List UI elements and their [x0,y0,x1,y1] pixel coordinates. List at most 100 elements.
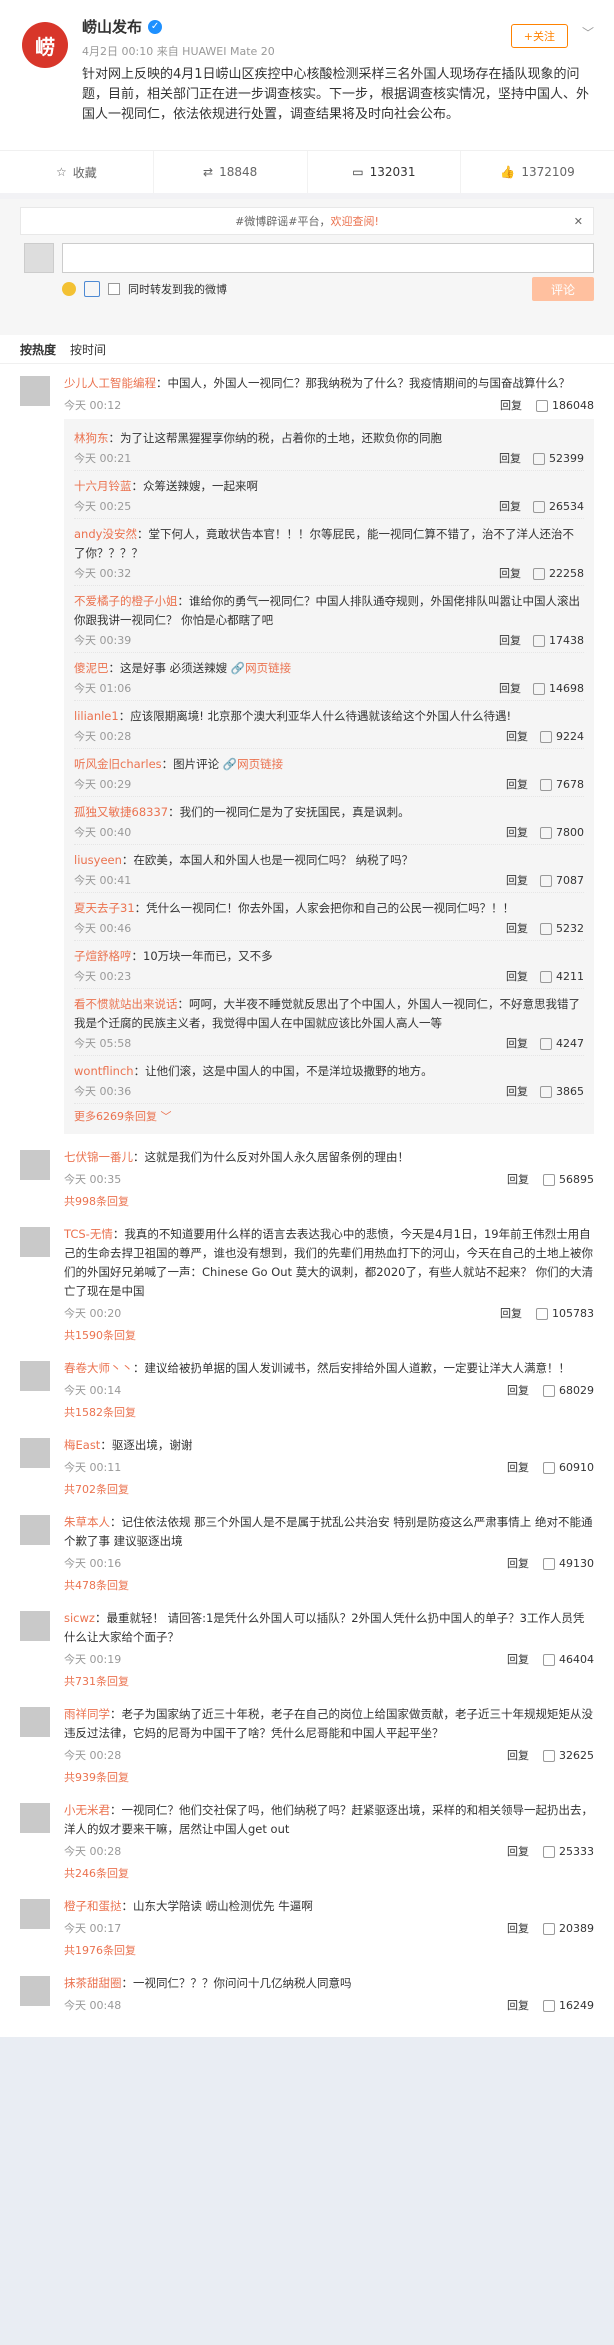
reply-button[interactable]: 回复 [507,1555,529,1571]
like-button[interactable]: 7800 [540,826,584,839]
collect-button[interactable]: ☆ 收藏 [0,151,154,193]
reply-button[interactable]: 回复 [507,1997,529,2013]
repost-button[interactable]: ⇄ 18848 [154,151,308,193]
total-replies-link[interactable]: 共998条回复 [64,1193,594,1209]
like-button[interactable]: 14698 [533,682,584,695]
reply-button[interactable]: 回复 [507,1382,529,1398]
reply-button[interactable]: 回复 [507,1920,529,1936]
reply-button[interactable]: 回复 [507,1171,529,1187]
notice-link[interactable]: 欢迎查阅! [331,213,379,229]
web-link[interactable]: 🔗网页链接 [231,661,291,675]
reply-button[interactable]: 回复 [506,1083,528,1099]
sort-by-time[interactable]: 按时间 [70,341,106,358]
reply-button[interactable]: 回复 [500,397,522,413]
author-avatar[interactable]: 崂 [22,22,68,68]
replier-name[interactable]: 孤独又敏捷68337 [74,805,168,819]
replier-name[interactable]: wontflinch [74,1064,134,1078]
reply-button[interactable]: 回复 [506,1035,528,1051]
reply-button[interactable]: 回复 [499,498,521,514]
commenter-name[interactable]: 小无米君 [64,1803,110,1817]
like-button[interactable]: 68029 [543,1384,594,1397]
total-replies-link[interactable]: 共1590条回复 [64,1327,594,1343]
commenter-name[interactable]: 七伏锦一番儿 [64,1150,133,1164]
like-button[interactable]: 👍 1372109 [461,151,614,193]
commenter-name[interactable]: 雨祥同学 [64,1707,110,1721]
follow-button[interactable]: +关注 [510,24,568,48]
total-replies-link[interactable]: 共939条回复 [64,1769,594,1785]
reply-button[interactable]: 回复 [507,1651,529,1667]
reply-button[interactable]: 回复 [506,968,528,984]
like-button[interactable]: 32625 [543,1749,594,1762]
comment-button[interactable]: ▭ 132031 [308,151,462,193]
replier-name[interactable]: 子煊舒格哼 [74,949,132,963]
like-button[interactable]: 56895 [543,1173,594,1186]
reply-button[interactable]: 回复 [506,824,528,840]
commenter-avatar[interactable] [20,1803,50,1833]
commenter-avatar[interactable] [20,1976,50,2006]
like-button[interactable]: 22258 [533,567,584,580]
like-button[interactable]: 20389 [543,1922,594,1935]
replier-name[interactable]: liusyeen [74,853,122,867]
author-name[interactable]: 崂山发布 [82,16,142,37]
like-button[interactable]: 186048 [536,399,594,412]
like-button[interactable]: 26534 [533,500,584,513]
commenter-avatar[interactable] [20,376,50,406]
commenter-name[interactable]: 朱草本人 [64,1515,110,1529]
total-replies-link[interactable]: 共246条回复 [64,1865,594,1881]
close-icon[interactable]: ✕ [574,215,583,228]
commenter-name[interactable]: TCS-无情 [64,1227,113,1241]
submit-comment-button[interactable]: 评论 [532,277,594,301]
reply-button[interactable]: 回复 [507,1747,529,1763]
total-replies-link[interactable]: 共731条回复 [64,1673,594,1689]
like-button[interactable]: 9224 [540,730,584,743]
replier-name[interactable]: 不爱橘子的橙子小姐 [74,594,178,608]
commenter-avatar[interactable] [20,1707,50,1737]
commenter-name[interactable]: 春卷大师丶丶 [64,1361,133,1375]
total-replies-link[interactable]: 共1976条回复 [64,1942,594,1958]
commenter-avatar[interactable] [20,1150,50,1180]
sort-by-hot[interactable]: 按热度 [20,341,56,358]
total-replies-link[interactable]: 共1582条回复 [64,1404,594,1420]
like-button[interactable]: 7678 [540,778,584,791]
reply-button[interactable]: 回复 [507,1843,529,1859]
replier-name[interactable]: andy没安然 [74,527,137,541]
reply-button[interactable]: 回复 [499,450,521,466]
like-button[interactable]: 7087 [540,874,584,887]
web-link[interactable]: 🔗网页链接 [223,757,283,771]
commenter-name[interactable]: 梅East [64,1438,100,1452]
replier-name[interactable]: 听风金旧charles [74,757,162,771]
commenter-avatar[interactable] [20,1515,50,1545]
like-button[interactable]: 52399 [533,452,584,465]
replier-name[interactable]: lilianle1 [74,709,119,723]
replier-name[interactable]: 十六月铃蓝 [74,479,132,493]
like-button[interactable]: 4247 [540,1037,584,1050]
commenter-name[interactable]: 抹茶甜甜圈 [64,1976,122,1990]
reply-button[interactable]: 回复 [506,872,528,888]
commenter-avatar[interactable] [20,1438,50,1468]
more-replies-link[interactable]: 更多6269条回复 ﹀ [74,1104,584,1128]
total-replies-link[interactable]: 共478条回复 [64,1577,594,1593]
reply-button[interactable]: 回复 [507,1459,529,1475]
repost-checkbox[interactable] [108,283,120,295]
commenter-name[interactable]: sicwz [64,1611,95,1625]
replier-name[interactable]: 傻泥巴 [74,661,109,675]
chevron-down-icon[interactable]: ﹀ [582,24,594,41]
like-button[interactable]: 16249 [543,1999,594,2012]
replier-name[interactable]: 看不惯就站出来说话 [74,997,178,1011]
total-replies-link[interactable]: 共702条回复 [64,1481,594,1497]
like-button[interactable]: 46404 [543,1653,594,1666]
like-button[interactable]: 25333 [543,1845,594,1858]
like-button[interactable]: 5232 [540,922,584,935]
commenter-avatar[interactable] [20,1361,50,1391]
like-button[interactable]: 105783 [536,1307,594,1320]
reply-button[interactable]: 回复 [499,565,521,581]
replier-name[interactable]: 林狗东 [74,431,109,445]
emoji-icon[interactable] [62,282,76,296]
comment-input[interactable] [62,243,594,273]
commenter-avatar[interactable] [20,1899,50,1929]
like-button[interactable]: 4211 [540,970,584,983]
commenter-name[interactable]: 少儿人工智能编程 [64,376,156,390]
reply-button[interactable]: 回复 [506,728,528,744]
commenter-avatar[interactable] [20,1227,50,1257]
reply-button[interactable]: 回复 [499,632,521,648]
